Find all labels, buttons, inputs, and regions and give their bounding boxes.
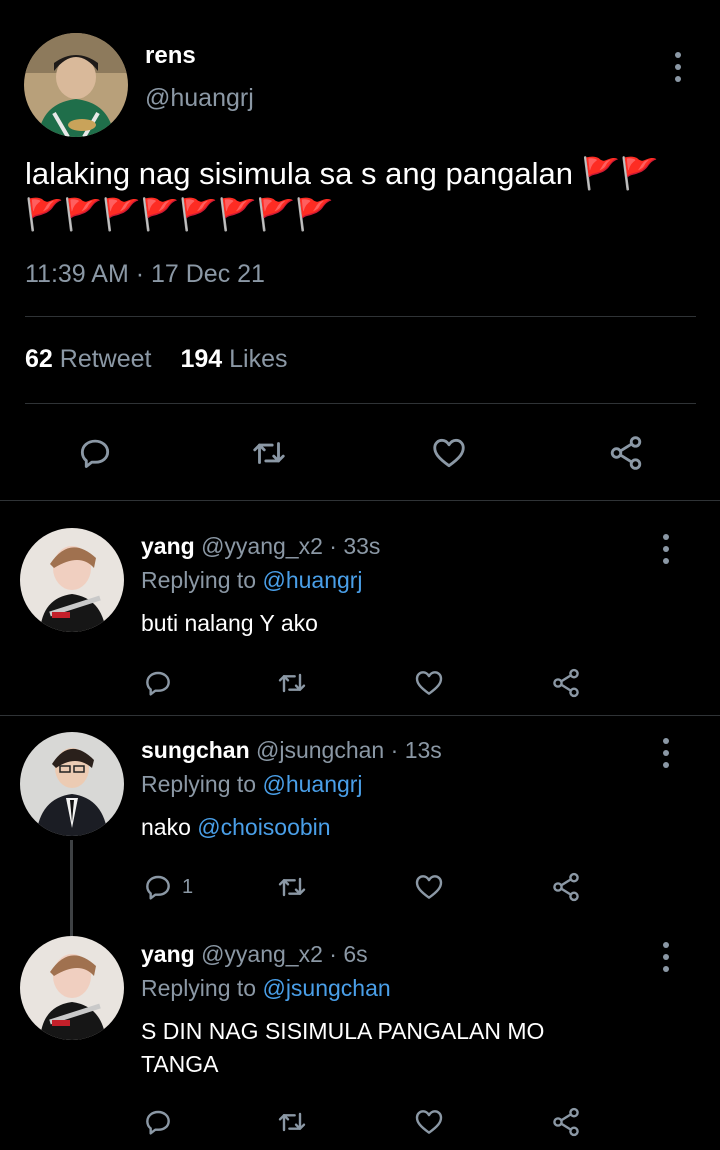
like-icon bbox=[433, 438, 465, 468]
like-button[interactable] bbox=[413, 667, 445, 699]
tweet-detail-page: rens @huangrj lalaking nag sisimula sa s… bbox=[0, 0, 720, 1150]
reply-icon bbox=[146, 1110, 170, 1135]
replying-prefix: Replying to bbox=[141, 975, 257, 1001]
reply-author-name[interactable]: yang bbox=[141, 533, 195, 559]
reply-author-handle[interactable]: @yyang_x2 bbox=[201, 533, 323, 559]
replying-to: Replying to @jsungchan bbox=[141, 975, 391, 1002]
like-button[interactable] bbox=[413, 1106, 445, 1138]
reply-icon bbox=[146, 875, 170, 900]
retweet-icon bbox=[278, 1112, 306, 1132]
author-handle[interactable]: @huangrj bbox=[145, 84, 254, 113]
replying-to: Replying to @huangrj bbox=[141, 567, 363, 594]
replying-to-link[interactable]: @jsungchan bbox=[262, 975, 390, 1001]
retweet-icon bbox=[253, 442, 285, 464]
reply-text-content: buti nalang Y ako bbox=[141, 610, 318, 636]
tweet-stats: 62 Retweet 194 Likes bbox=[25, 345, 287, 374]
avatar[interactable] bbox=[24, 33, 128, 137]
author-name[interactable]: rens bbox=[145, 42, 196, 70]
reply-header: sungchan @jsungchan · 13s bbox=[141, 737, 442, 763]
retweet-button[interactable] bbox=[275, 1106, 309, 1138]
retweet-button[interactable] bbox=[275, 667, 309, 699]
retweet-icon bbox=[278, 673, 306, 693]
reply-time[interactable]: 33s bbox=[343, 533, 380, 559]
avatar[interactable] bbox=[20, 936, 124, 1040]
like-icon bbox=[415, 671, 443, 695]
like-button[interactable] bbox=[413, 871, 445, 903]
reply-text-content: nako bbox=[141, 814, 191, 840]
main-tweet: rens @huangrj lalaking nag sisimula sa s… bbox=[0, 0, 720, 500]
share-button[interactable] bbox=[607, 434, 645, 472]
more-options-icon[interactable] bbox=[656, 942, 676, 972]
retweet-button[interactable] bbox=[275, 871, 309, 903]
more-options-icon[interactable] bbox=[656, 534, 676, 564]
reply-button[interactable] bbox=[142, 1106, 174, 1138]
reply-icon bbox=[80, 439, 110, 468]
reply-icon bbox=[146, 671, 170, 696]
share-button[interactable] bbox=[550, 871, 582, 903]
like-icon bbox=[415, 1110, 443, 1134]
like-icon bbox=[415, 875, 443, 899]
reply-text-content: S DIN NAG SISIMULA PANGALAN MO TANGA bbox=[141, 1018, 545, 1077]
likes-label[interactable]: Likes bbox=[229, 345, 287, 373]
replying-prefix: Replying to bbox=[141, 771, 257, 797]
divider bbox=[25, 403, 696, 404]
tweet-text: lalaking nag sisimula sa s ang pangalan … bbox=[25, 156, 659, 232]
retweet-count[interactable]: 62 bbox=[25, 345, 53, 373]
share-icon bbox=[553, 1107, 579, 1137]
reply-header: yang @yyang_x2 · 6s bbox=[141, 941, 368, 967]
reply-time[interactable]: 6s bbox=[343, 941, 367, 967]
like-button[interactable] bbox=[430, 434, 468, 472]
replying-prefix: Replying to bbox=[141, 567, 257, 593]
reply-text: nako @choisoobin bbox=[141, 811, 641, 844]
reply-author-name[interactable]: yang bbox=[141, 941, 195, 967]
more-options-icon[interactable] bbox=[656, 738, 676, 768]
retweet-icon bbox=[278, 877, 306, 897]
share-button[interactable] bbox=[550, 667, 582, 699]
reply-text: buti nalang Y ako bbox=[141, 607, 641, 640]
share-icon bbox=[553, 668, 579, 698]
reply-button[interactable]: 1 bbox=[142, 871, 193, 903]
reply-author-name[interactable]: sungchan bbox=[141, 737, 250, 763]
section-divider bbox=[0, 715, 720, 716]
avatar[interactable] bbox=[20, 732, 124, 836]
retweet-label[interactable]: Retweet bbox=[60, 345, 152, 373]
likes-count[interactable]: 194 bbox=[180, 345, 222, 373]
section-divider bbox=[0, 500, 720, 501]
thread-connector bbox=[70, 840, 73, 936]
reply-header: yang @yyang_x2 · 33s bbox=[141, 533, 381, 559]
replying-to-link[interactable]: @huangrj bbox=[262, 771, 362, 797]
reply-author-handle[interactable]: @jsungchan bbox=[256, 737, 384, 763]
mention-link[interactable]: @choisoobin bbox=[197, 814, 330, 840]
avatar[interactable] bbox=[20, 528, 124, 632]
divider bbox=[25, 316, 696, 317]
retweet-button[interactable] bbox=[249, 434, 289, 472]
share-icon bbox=[610, 436, 642, 470]
replying-to: Replying to @huangrj bbox=[141, 771, 363, 798]
reply-author-handle[interactable]: @yyang_x2 bbox=[201, 941, 323, 967]
replying-to-link[interactable]: @huangrj bbox=[262, 567, 362, 593]
reply-time[interactable]: 13s bbox=[405, 737, 442, 763]
reply-text: S DIN NAG SISIMULA PANGALAN MO TANGA bbox=[141, 1015, 611, 1081]
tweet-timestamp[interactable]: 11:39 AM · 17 Dec 21 bbox=[25, 260, 265, 289]
share-icon bbox=[553, 872, 579, 902]
more-options-icon[interactable] bbox=[668, 52, 688, 82]
share-button[interactable] bbox=[550, 1106, 582, 1138]
reply-button[interactable] bbox=[76, 434, 114, 472]
reply-count: 1 bbox=[182, 875, 194, 898]
reply-button[interactable] bbox=[142, 667, 174, 699]
